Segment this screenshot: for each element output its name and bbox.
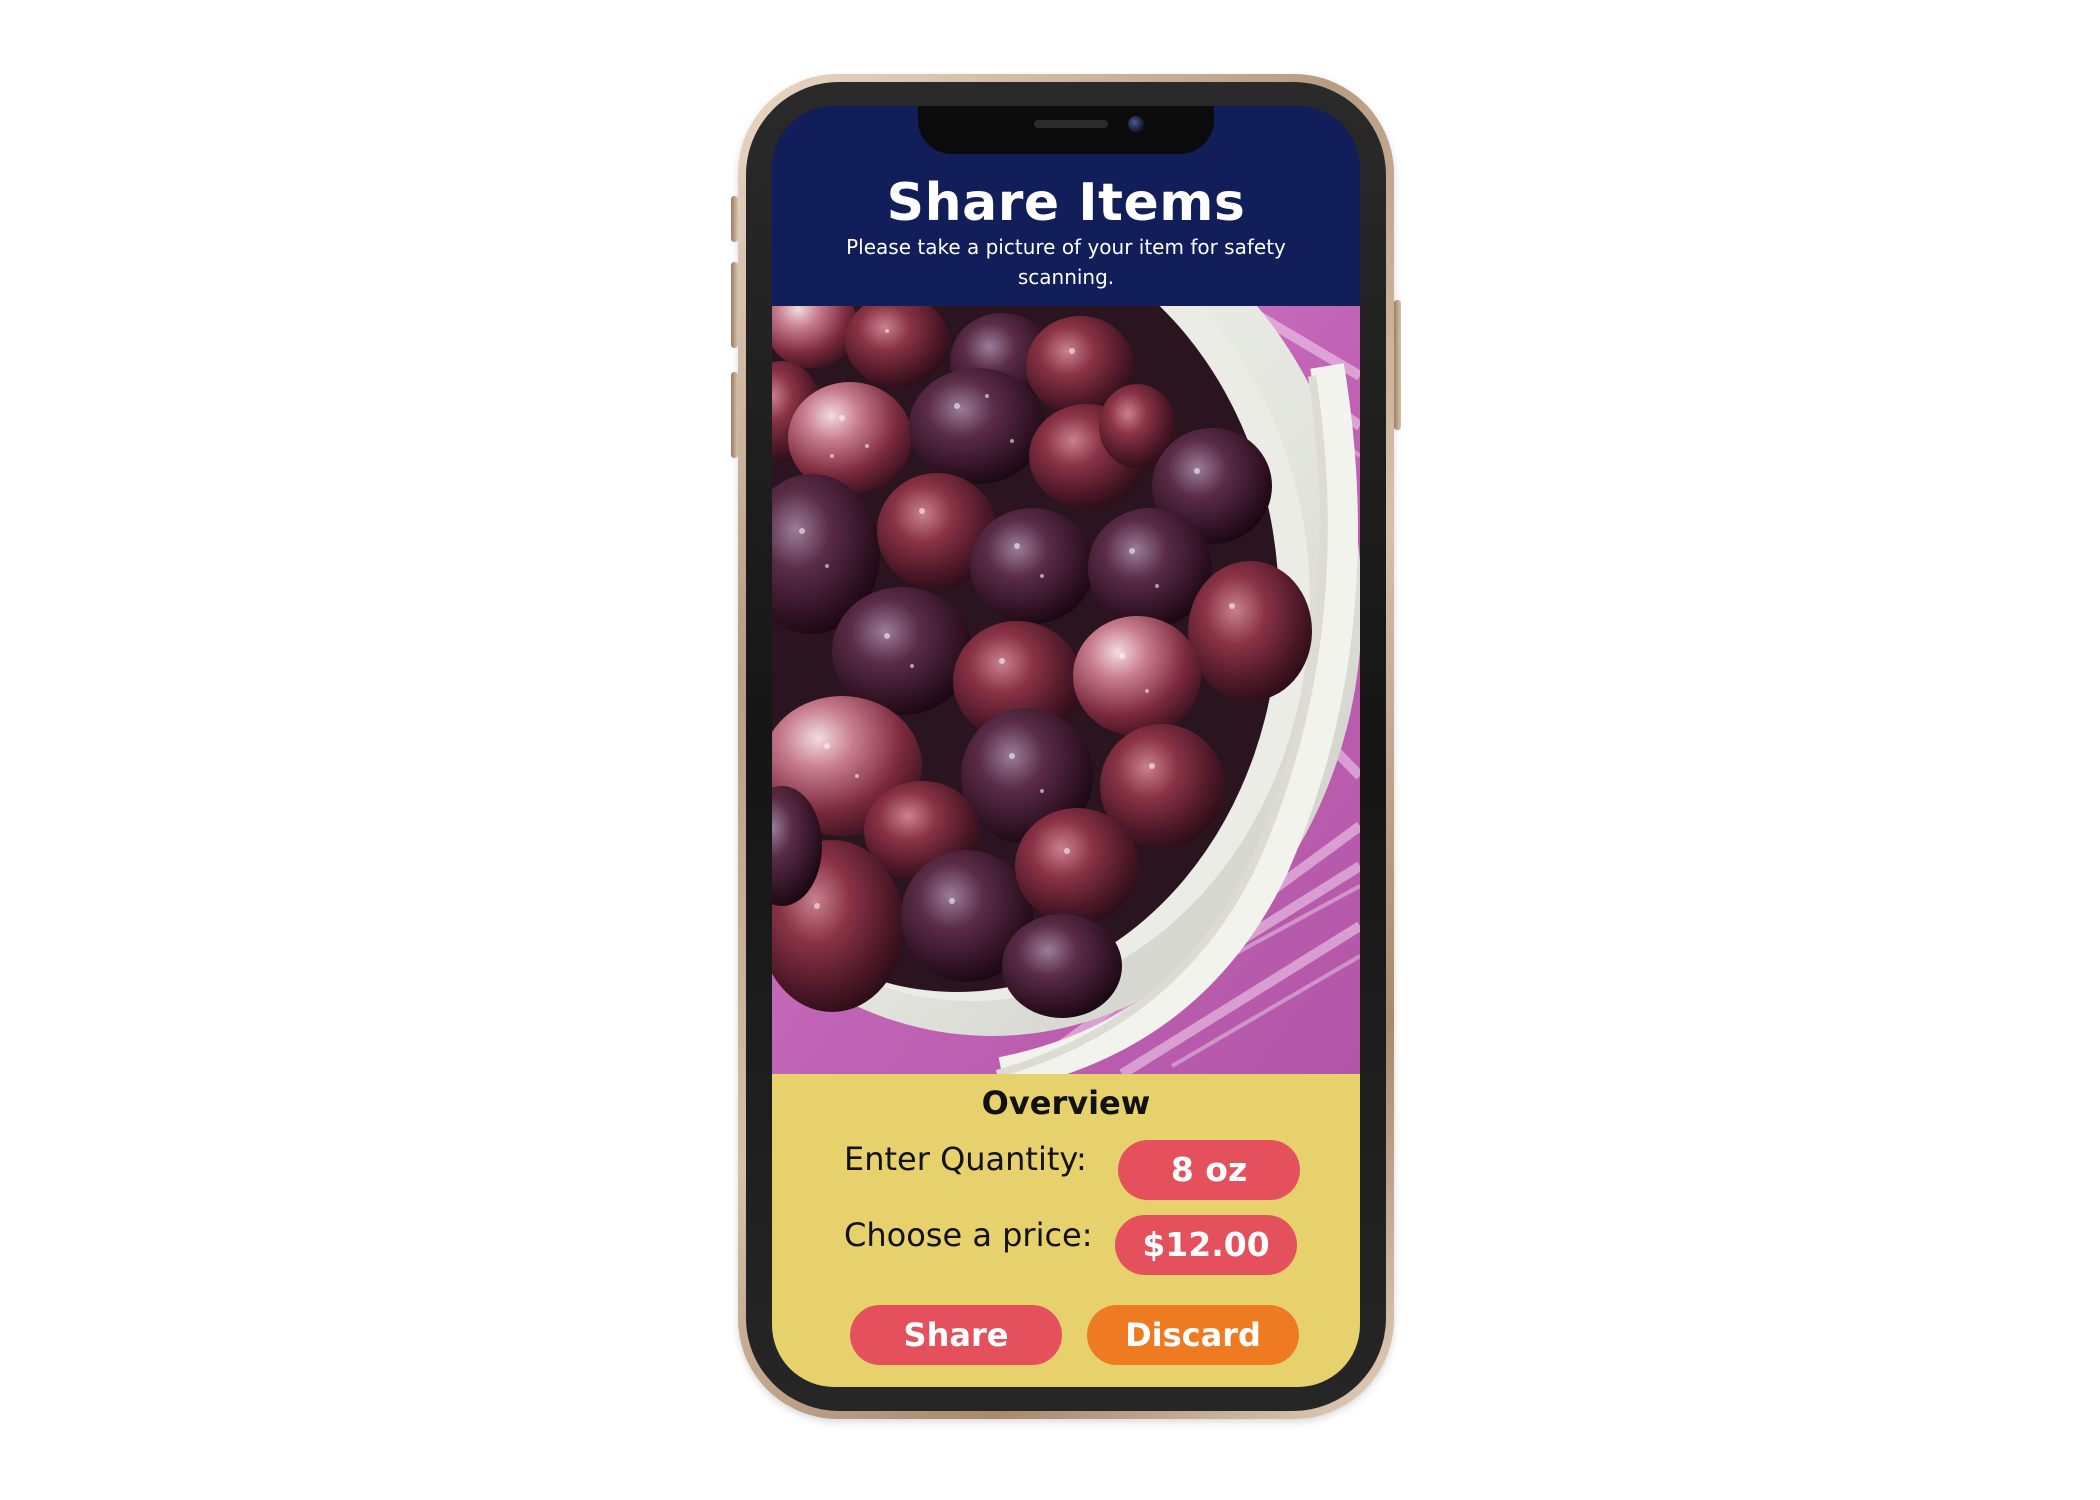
overview-title: Overview [981, 1084, 1151, 1122]
overview-panel: Overview Enter Quantity: 8 oz Choose a p… [772, 1074, 1360, 1387]
front-camera-icon [1128, 116, 1144, 132]
grapes-image [772, 306, 1360, 1074]
share-button[interactable]: Share [850, 1305, 1062, 1365]
volume-up-button [731, 196, 738, 242]
earpiece-speaker [1034, 120, 1108, 128]
price-input[interactable]: $12.00 [1115, 1215, 1297, 1275]
mockup-stage: Share Items Please take a picture of you… [0, 0, 2100, 1500]
page-title: Share Items [886, 173, 1246, 233]
phone-notch [918, 106, 1214, 154]
page-subtitle: Please take a picture of your item for s… [846, 235, 1286, 289]
phone-screen: Share Items Please take a picture of you… [772, 106, 1360, 1387]
mute-switch [731, 372, 738, 458]
discard-button[interactable]: Discard [1087, 1305, 1299, 1365]
quantity-label: Enter Quantity: [844, 1140, 1087, 1178]
power-button [1394, 300, 1401, 430]
quantity-input[interactable]: 8 oz [1118, 1140, 1300, 1200]
volume-down-button [731, 262, 738, 348]
item-photo [772, 306, 1360, 1074]
price-label: Choose a price: [844, 1216, 1093, 1254]
